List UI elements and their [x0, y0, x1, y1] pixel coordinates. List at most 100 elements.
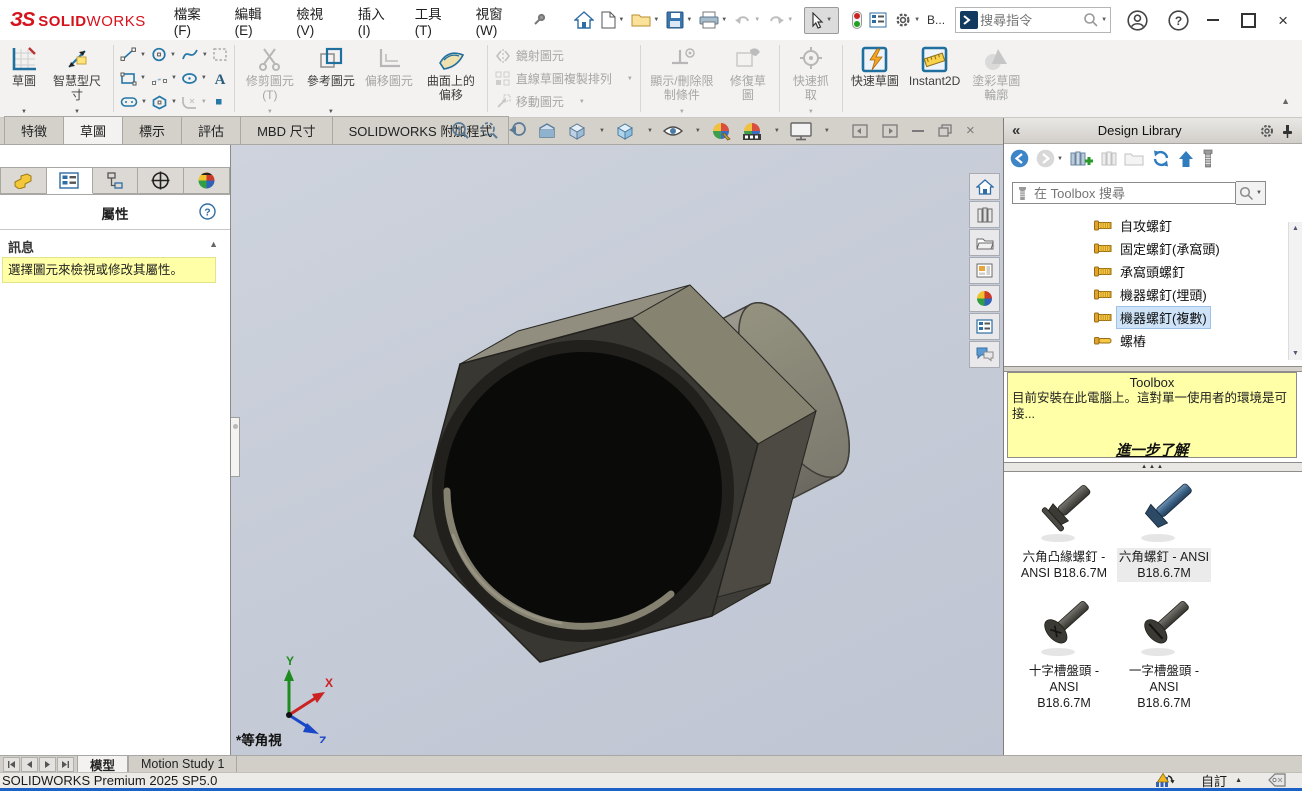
rapid-sketch-button[interactable]: 快速草圖: [846, 40, 904, 117]
rectangle-tool[interactable]: ▼: [119, 67, 148, 91]
back-button[interactable]: [1010, 149, 1029, 168]
last-tab-icon[interactable]: [57, 756, 74, 772]
trim-entities-button[interactable]: 修剪圖元(T) ▼: [238, 40, 302, 117]
settings-gear-icon[interactable]: ▼: [892, 8, 922, 32]
panel-splitter-handle[interactable]: [231, 417, 240, 477]
display-style-icon[interactable]: [614, 121, 636, 141]
prev-tab-icon[interactable]: [21, 756, 38, 772]
save-button[interactable]: ▼: [664, 8, 694, 32]
configuration-manager-tab[interactable]: [92, 167, 139, 194]
tab-sketch[interactable]: 草圖: [63, 116, 124, 144]
zoom-area-icon[interactable]: [479, 121, 499, 141]
shaded-sketch-contours-button[interactable]: 塗彩草圖輪廓: [965, 40, 1027, 117]
redo-button[interactable]: ▼: [765, 10, 795, 30]
more-commands-label[interactable]: B...: [925, 10, 947, 30]
open-button[interactable]: ▼: [629, 9, 661, 31]
fillet-tool[interactable]: ▼: [180, 90, 209, 114]
menu-file[interactable]: 檔案(F): [174, 3, 213, 38]
mirror-entities-button[interactable]: 鏡射圖元: [495, 44, 633, 67]
learn-more-link[interactable]: 進一步了解: [1012, 439, 1292, 460]
selection-box-tool[interactable]: [211, 43, 229, 67]
next-tab-icon[interactable]: [39, 756, 56, 772]
doc-minimize-icon[interactable]: [912, 129, 924, 132]
scroll-down-icon[interactable]: ▼: [1289, 347, 1302, 360]
hide-show-items-icon[interactable]: [662, 122, 684, 140]
apply-scene-icon[interactable]: [741, 121, 763, 141]
instant2d-button[interactable]: Instant2D: [904, 40, 965, 117]
menu-tools[interactable]: 工具(T): [415, 3, 454, 38]
part-hex-screw[interactable]: 六角螺釘 - ANSI B18.6.7M: [1112, 480, 1216, 582]
open-folder-icon-disabled[interactable]: [1124, 151, 1144, 167]
custom-properties-button[interactable]: [969, 313, 1000, 340]
model-tab[interactable]: 模型: [77, 756, 129, 773]
menu-pin-icon[interactable]: [532, 13, 546, 27]
tab-features[interactable]: 特徵: [4, 116, 65, 144]
forward-button[interactable]: ▼: [1036, 149, 1063, 168]
spline-tool[interactable]: ▼: [180, 43, 209, 67]
tree-item-socket-head[interactable]: 承窩頭螺釘: [1004, 260, 1302, 283]
maximize-button[interactable]: [1241, 12, 1257, 28]
first-tab-icon[interactable]: [3, 756, 20, 772]
graphics-viewport[interactable]: Y X Z *等角視: [231, 145, 1003, 755]
offset-entities-button[interactable]: 偏移圖元: [360, 40, 418, 117]
toolbox-search-box[interactable]: [1012, 182, 1236, 204]
doc-restore-icon[interactable]: [938, 124, 952, 137]
polygon-tool[interactable]: ▼: [150, 90, 178, 114]
collapse-panel-icon[interactable]: «: [1012, 122, 1020, 139]
tree-item-self-tapping[interactable]: 自攻螺釘: [1004, 214, 1302, 237]
slot-tool[interactable]: ▼: [119, 90, 148, 114]
view-palette-button[interactable]: [969, 257, 1000, 284]
tree-item-machine-countersunk[interactable]: 機器螺釘(埋頭): [1004, 283, 1302, 306]
pane-right-icon[interactable]: [882, 123, 898, 138]
rebuild-traffic-light-icon[interactable]: [850, 8, 864, 32]
arc-tool[interactable]: ▼: [150, 67, 178, 91]
move-entities-button[interactable]: 移動圖元 ▼: [495, 90, 633, 113]
ellipse-tool[interactable]: ▼: [180, 67, 209, 91]
close-button[interactable]: ×: [1278, 12, 1288, 29]
help-icon[interactable]: ?: [1168, 9, 1189, 31]
custom-status-toggle[interactable]: 自訂 ▲: [1201, 771, 1242, 790]
search-options-caret[interactable]: ▼: [1101, 17, 1107, 23]
appearances-scenes-button[interactable]: [969, 285, 1000, 312]
surface-offset-button[interactable]: 曲面上的偏移: [418, 40, 484, 117]
toolbox-search-input[interactable]: [1032, 184, 1235, 202]
add-to-library-icon-disabled[interactable]: [1101, 149, 1117, 168]
add-file-location-icon[interactable]: [1070, 149, 1094, 168]
minimize-button[interactable]: [1207, 19, 1220, 21]
file-explorer-button[interactable]: [969, 229, 1000, 256]
display-delete-relations-button[interactable]: 顯示/刪除限制條件 ▼: [644, 40, 720, 117]
toolbar-collapse-chevron[interactable]: ▲: [1281, 96, 1290, 106]
part-pan-head-slotted[interactable]: 一字槽盤頭 - ANSI B18.6.7M: [1112, 594, 1216, 712]
point-tool[interactable]: [211, 90, 229, 114]
line-tool[interactable]: ▼: [119, 43, 148, 67]
convert-entities-button[interactable]: 參考圖元 ▼: [302, 40, 360, 117]
display-manager-tab[interactable]: [184, 167, 230, 194]
section-view-icon[interactable]: [537, 121, 557, 141]
search-commands-input[interactable]: [978, 11, 1084, 29]
edit-appearance-icon[interactable]: [710, 121, 732, 141]
tree-scrollbar[interactable]: ▲ ▼: [1288, 222, 1302, 360]
tab-evaluate[interactable]: 評估: [181, 116, 242, 144]
text-tool[interactable]: A: [211, 67, 229, 91]
message-collapse-chevron[interactable]: ▲: [209, 239, 218, 249]
refresh-icon[interactable]: [1151, 149, 1171, 168]
tab-mbd-dimensions[interactable]: MBD 尺寸: [240, 116, 333, 144]
tag-icon[interactable]: [1268, 773, 1286, 787]
options-list-icon[interactable]: [867, 9, 889, 31]
tree-item-studs[interactable]: 螺樁: [1004, 329, 1302, 352]
dimxpert-manager-tab[interactable]: [138, 167, 185, 194]
doc-close-icon[interactable]: ×: [966, 123, 975, 138]
motion-study-tab[interactable]: Motion Study 1: [128, 756, 238, 772]
search-icon[interactable]: [1083, 12, 1099, 28]
select-tool-button[interactable]: ▼: [804, 6, 840, 34]
repair-sketch-button[interactable]: 修復草圖: [720, 40, 776, 117]
pane-left-icon[interactable]: [852, 123, 868, 138]
toolbox-search-button[interactable]: ▼: [1236, 181, 1266, 205]
previous-view-icon[interactable]: [508, 121, 528, 141]
property-manager-tab[interactable]: [46, 167, 93, 194]
library-settings-gear-icon[interactable]: [1259, 123, 1275, 139]
menu-edit[interactable]: 編輯(E): [235, 3, 275, 38]
up-one-level-icon[interactable]: [1178, 150, 1194, 168]
tab-markup[interactable]: 標示: [122, 116, 183, 144]
undo-button[interactable]: ▼: [732, 10, 762, 30]
